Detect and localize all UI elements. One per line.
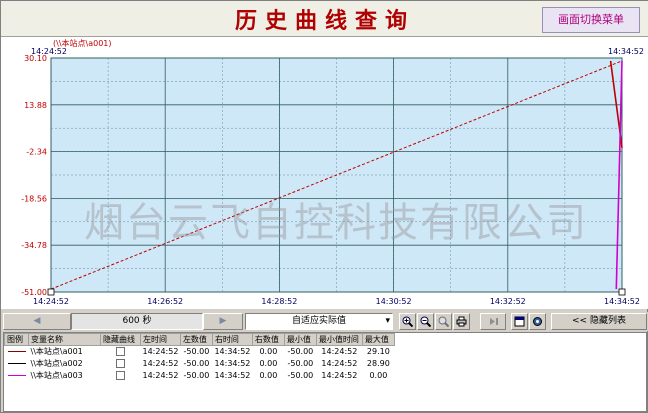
gear-icon: [533, 317, 542, 326]
scale-mode-select[interactable]: 自适应实际值 ▾: [245, 313, 393, 330]
legend-swatch: [5, 370, 29, 382]
hide-curve-cell: [101, 358, 141, 370]
arrow-left-icon: ◀: [33, 316, 41, 326]
right-value-cell: 0.00: [259, 347, 278, 357]
scroll-right-button[interactable]: ▶: [203, 313, 243, 330]
x-tick-label: 14:26:52: [147, 297, 183, 306]
right-time-cell: 14:34:52: [214, 359, 251, 368]
settings-button[interactable]: [529, 313, 546, 330]
col-min-value[interactable]: 最小值: [283, 333, 317, 346]
table-row[interactable]: \\本站点\a003 14:24:52 -50.00 14:34:52 0.00…: [5, 370, 395, 382]
curve-list-panel: 图例 变量名称 隐藏曲线 左时间 左数值 右时间 右数值 最小值 最小值时间 最…: [3, 332, 647, 412]
play-end-button[interactable]: [480, 313, 506, 330]
zoom-reset-icon: [438, 316, 449, 327]
table-header-row: 图例 变量名称 隐藏曲线 左时间 左数值 右时间 右数值 最小值 最小值时间 最…: [4, 333, 395, 346]
col-right-value[interactable]: 右数值: [251, 333, 285, 346]
legend-swatch: [5, 346, 29, 358]
y-tick-label: 13.88: [24, 101, 47, 110]
scroll-left-button[interactable]: ◀: [3, 313, 71, 330]
right-value-cell: 0.00: [259, 359, 278, 368]
table-row[interactable]: \\本站点\a002 14:24:52 -50.00 14:34:52 0.00…: [5, 358, 395, 370]
col-legend[interactable]: 图例: [4, 333, 29, 346]
zoom-in-icon: [402, 316, 413, 327]
table-row[interactable]: \\本站点\a001 14:24:52 -50.00 14:34:52 0.00…: [5, 346, 395, 358]
export-button[interactable]: [511, 313, 528, 330]
left-time-cell: 14:24:52: [142, 347, 179, 357]
max-value-cell: 0.00: [369, 371, 388, 380]
variable-name-cell: \\本站点\a003: [30, 371, 83, 380]
col-max-value[interactable]: 最大值: [361, 333, 395, 346]
zoom-in-button[interactable]: [399, 313, 416, 330]
curve-table: 图例 变量名称 隐藏曲线 左时间 左数值 右时间 右数值 最小值 最小值时间 最…: [4, 333, 395, 382]
play-to-end-icon: [489, 318, 498, 325]
variable-name-cell: \\本站点\a001: [30, 347, 83, 357]
left-value-cell: -50.00: [183, 359, 210, 368]
hide-curve-checkbox[interactable]: [116, 359, 125, 368]
min-value-cell: -50.00: [287, 371, 314, 380]
min-time-cell: 14:24:52: [321, 371, 358, 380]
chart-toolbar: ◀ 600 秒 ▶ 自适应实际值 ▾ << 隐藏列表: [1, 312, 648, 331]
history-chart[interactable]: 30.1013.88-2.34-18.56-34.78-51.0014:24:5…: [1, 37, 648, 309]
chart-area: 30.10 13.88 -2.34 -18.56 -34.78 -51.00 14:24:5…: [1, 37, 648, 309]
hide-curve-cell: [101, 346, 141, 358]
right-cursor-handle[interactable]: [618, 288, 626, 296]
right-time-cell: 14:34:52: [214, 371, 251, 380]
zoom-out-button[interactable]: [417, 313, 434, 330]
end-time-label: 14:34:52: [608, 47, 644, 56]
y-tick-label: -34.78: [21, 241, 47, 250]
print-button[interactable]: [453, 313, 470, 330]
right-time-cell: 14:34:52: [214, 347, 251, 357]
time-span-field[interactable]: 600 秒: [71, 313, 203, 330]
x-tick-label: 14:30:52: [376, 297, 412, 306]
left-time-cell: 14:24:52: [142, 359, 179, 368]
col-variable-name[interactable]: 变量名称: [28, 333, 101, 346]
y-tick-label: -2.34: [26, 148, 47, 157]
min-time-cell: 14:24:52: [321, 347, 358, 357]
zoom-out-icon: [420, 316, 431, 327]
start-time-label: 14:24:52: [31, 47, 67, 56]
hide-curve-checkbox[interactable]: [116, 347, 125, 357]
legend-swatch: [5, 358, 29, 370]
min-time-cell: 14:24:52: [321, 359, 358, 368]
chevron-down-icon: ▾: [385, 316, 390, 326]
left-time-cell: 14:24:52: [142, 371, 179, 380]
x-tick-label: 14:24:52: [33, 297, 69, 306]
x-tick-label: 14:28:52: [261, 297, 297, 306]
legend-line-swatch: [7, 363, 26, 364]
hide-list-button[interactable]: << 隐藏列表: [551, 313, 647, 330]
max-value-cell: 28.90: [366, 359, 390, 368]
col-hide-curve[interactable]: 隐藏曲线: [100, 333, 141, 346]
col-right-time[interactable]: 右时间: [211, 333, 253, 346]
title-bar: 历史曲线查询 画面切换菜单: [1, 1, 648, 37]
printer-icon: [456, 316, 467, 327]
scale-mode-value: 自适应实际值: [291, 316, 346, 326]
y-tick-label: -51.00: [21, 288, 47, 297]
min-value-cell: -50.00: [287, 347, 314, 357]
left-value-cell: -50.00: [183, 371, 210, 380]
legend-line-swatch: [7, 375, 26, 376]
col-left-value[interactable]: 左数值: [179, 333, 213, 346]
history-curve-window: 历史曲线查询 画面切换菜单 30.10 13.88 -2.34 -18.56 -34.7…: [0, 0, 648, 413]
screen-switch-menu-button[interactable]: 画面切换菜单: [542, 7, 640, 33]
max-value-cell: 29.10: [366, 347, 390, 357]
x-tick-label: 14:32:52: [490, 297, 526, 306]
y-tick-label: -18.56: [21, 194, 47, 203]
hide-curve-cell: [101, 370, 141, 382]
left-value-cell: -50.00: [183, 347, 210, 357]
left-cursor-handle[interactable]: [47, 288, 55, 296]
arrow-right-icon: ▶: [219, 316, 227, 326]
col-min-time[interactable]: 最小值时间: [315, 333, 363, 346]
calendar-icon: [514, 316, 525, 327]
min-value-cell: -50.00: [287, 359, 314, 368]
right-value-cell: 0.00: [259, 371, 278, 380]
legend-line-swatch: [7, 351, 26, 353]
col-left-time[interactable]: 左时间: [140, 333, 181, 346]
x-tick-label: 14:34:52: [604, 297, 640, 306]
hide-curve-checkbox[interactable]: [116, 371, 125, 380]
variable-name-cell: \\本站点\a002: [30, 359, 83, 368]
zoom-reset-button[interactable]: [435, 313, 452, 330]
